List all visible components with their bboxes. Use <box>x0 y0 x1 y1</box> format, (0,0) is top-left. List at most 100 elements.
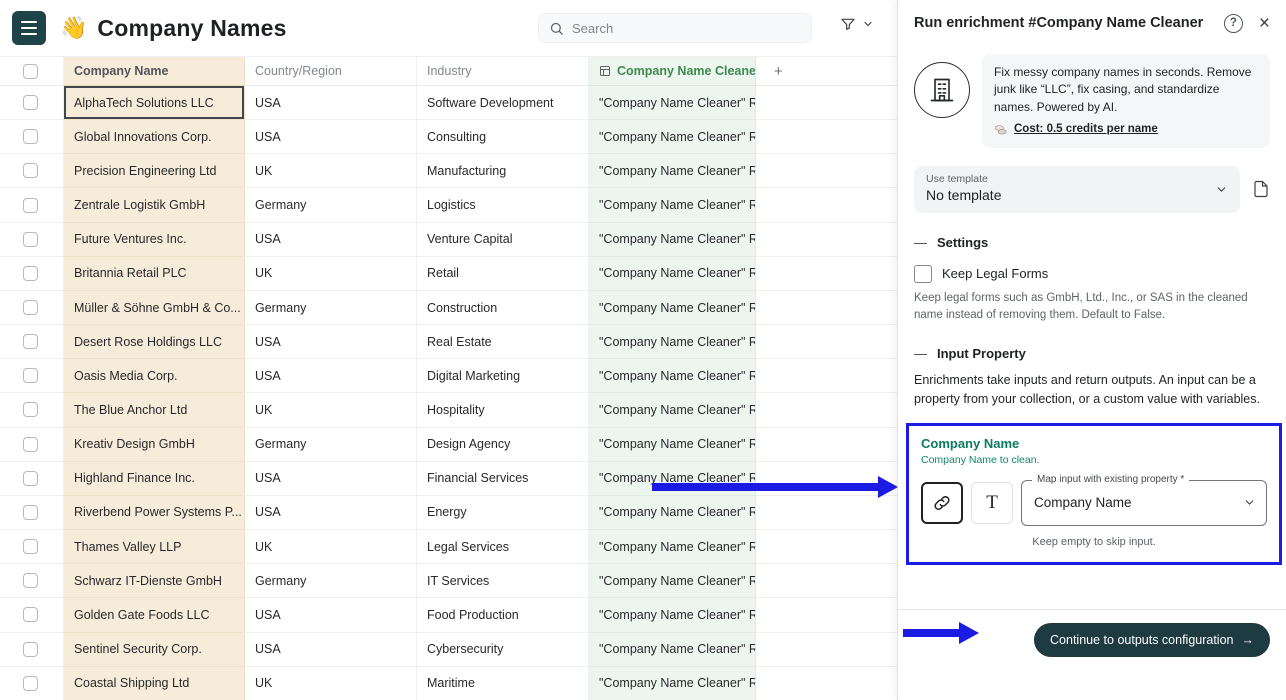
cleaner-result-cell[interactable]: "Company Name Cleaner" R... <box>589 154 756 188</box>
country-cell[interactable]: USA <box>245 223 417 257</box>
company-name-cell[interactable]: Zentrale Logistik GmbH <box>64 188 245 222</box>
menu-button[interactable] <box>12 11 46 45</box>
industry-cell[interactable]: IT Services <box>417 564 589 598</box>
cleaner-result-cell[interactable]: "Company Name Cleaner" R... <box>589 428 756 462</box>
company-name-cell[interactable]: Kreativ Design GmbH <box>64 428 245 462</box>
row-checkbox[interactable] <box>23 607 38 622</box>
add-column-button[interactable]: + <box>756 57 897 86</box>
custom-text-mode-button[interactable]: T <box>971 482 1013 524</box>
company-name-cell[interactable]: Global Innovations Corp. <box>64 120 245 154</box>
cleaner-result-cell[interactable]: "Company Name Cleaner" R... <box>589 325 756 359</box>
row-checkbox[interactable] <box>23 95 38 110</box>
cleaner-result-cell[interactable]: "Company Name Cleaner" R... <box>589 257 756 291</box>
template-select[interactable]: Use template No template <box>914 166 1240 213</box>
cost-link[interactable]: Cost: 0.5 credits per name <box>1014 121 1158 138</box>
row-checkbox[interactable] <box>23 232 38 247</box>
industry-cell[interactable]: Legal Services <box>417 530 589 564</box>
cleaner-result-cell[interactable]: "Company Name Cleaner" R... <box>589 633 756 667</box>
country-cell[interactable]: USA <box>245 325 417 359</box>
collapse-icon[interactable]: — <box>914 346 927 361</box>
industry-cell[interactable]: Software Development <box>417 86 589 120</box>
select-all-checkbox[interactable] <box>23 64 38 79</box>
company-name-cell[interactable]: Highland Finance Inc. <box>64 462 245 496</box>
country-cell[interactable]: USA <box>245 120 417 154</box>
row-checkbox[interactable] <box>23 437 38 452</box>
company-name-cell[interactable]: Coastal Shipping Ltd <box>64 667 245 700</box>
country-cell[interactable]: USA <box>245 462 417 496</box>
row-checkbox[interactable] <box>23 266 38 281</box>
country-cell[interactable]: USA <box>245 598 417 632</box>
country-cell[interactable]: Germany <box>245 564 417 598</box>
industry-cell[interactable]: Logistics <box>417 188 589 222</box>
row-checkbox[interactable] <box>23 129 38 144</box>
close-icon[interactable]: × <box>1259 14 1270 33</box>
industry-cell[interactable]: Consulting <box>417 120 589 154</box>
cleaner-result-cell[interactable]: "Company Name Cleaner" R... <box>589 223 756 257</box>
industry-cell[interactable]: Design Agency <box>417 428 589 462</box>
country-cell[interactable]: USA <box>245 496 417 530</box>
cleaner-result-cell[interactable]: "Company Name Cleaner" R... <box>589 120 756 154</box>
cleaner-result-cell[interactable]: "Company Name Cleaner" R... <box>589 188 756 222</box>
row-checkbox[interactable] <box>23 334 38 349</box>
collapse-icon[interactable]: — <box>914 235 927 250</box>
cleaner-result-cell[interactable]: "Company Name Cleaner" R... <box>589 462 756 496</box>
company-name-cell[interactable]: Schwarz IT-Dienste GmbH <box>64 564 245 598</box>
industry-cell[interactable]: Manufacturing <box>417 154 589 188</box>
row-checkbox[interactable] <box>23 402 38 417</box>
keep-legal-forms-checkbox[interactable] <box>914 265 932 283</box>
country-cell[interactable]: USA <box>245 633 417 667</box>
industry-cell[interactable]: Food Production <box>417 598 589 632</box>
chevron-down-icon[interactable] <box>862 18 874 30</box>
company-name-cell[interactable]: Precision Engineering Ltd <box>64 154 245 188</box>
cleaner-result-cell[interactable]: "Company Name Cleaner" R... <box>589 598 756 632</box>
cleaner-result-cell[interactable]: "Company Name Cleaner" R... <box>589 393 756 427</box>
industry-cell[interactable]: Real Estate <box>417 325 589 359</box>
continue-button[interactable]: Continue to outputs configuration → <box>1034 623 1270 657</box>
country-cell[interactable]: Germany <box>245 291 417 325</box>
map-property-mode-button[interactable] <box>921 482 963 524</box>
country-cell[interactable]: UK <box>245 257 417 291</box>
industry-cell[interactable]: Venture Capital <box>417 223 589 257</box>
company-name-cell[interactable]: Oasis Media Corp. <box>64 359 245 393</box>
cleaner-result-cell[interactable]: "Company Name Cleaner" R... <box>589 496 756 530</box>
row-checkbox[interactable] <box>23 198 38 213</box>
industry-cell[interactable]: Cybersecurity <box>417 633 589 667</box>
cleaner-result-cell[interactable]: "Company Name Cleaner" R... <box>589 291 756 325</box>
company-name-cell[interactable]: Thames Valley LLP <box>64 530 245 564</box>
map-property-select[interactable]: Map input with existing property * Compa… <box>1021 480 1267 526</box>
template-file-icon[interactable] <box>1252 179 1270 199</box>
company-name-cell[interactable]: Golden Gate Foods LLC <box>64 598 245 632</box>
row-checkbox[interactable] <box>23 471 38 486</box>
company-name-cell[interactable]: Britannia Retail PLC <box>64 257 245 291</box>
row-checkbox[interactable] <box>23 676 38 691</box>
row-checkbox[interactable] <box>23 642 38 657</box>
industry-cell[interactable]: Energy <box>417 496 589 530</box>
help-icon[interactable]: ? <box>1224 14 1243 33</box>
input-property-section-header[interactable]: — Input Property <box>898 324 1286 361</box>
cleaner-result-cell[interactable]: "Company Name Cleaner" R... <box>589 86 756 120</box>
row-checkbox[interactable] <box>23 300 38 315</box>
country-cell[interactable]: UK <box>245 154 417 188</box>
industry-cell[interactable]: Hospitality <box>417 393 589 427</box>
company-name-cell[interactable]: AlphaTech Solutions LLC <box>64 86 245 120</box>
country-cell[interactable]: USA <box>245 86 417 120</box>
column-header-cleaner[interactable]: Company Name Cleaner <box>589 57 756 86</box>
company-name-cell[interactable]: The Blue Anchor Ltd <box>64 393 245 427</box>
row-checkbox[interactable] <box>23 539 38 554</box>
company-name-cell[interactable]: Future Ventures Inc. <box>64 223 245 257</box>
country-cell[interactable]: UK <box>245 393 417 427</box>
company-name-cell[interactable]: Desert Rose Holdings LLC <box>64 325 245 359</box>
company-name-cell[interactable]: Riverbend Power Systems P... <box>64 496 245 530</box>
company-name-cell[interactable]: Sentinel Security Corp. <box>64 633 245 667</box>
industry-cell[interactable]: Maritime <box>417 667 589 700</box>
row-checkbox[interactable] <box>23 368 38 383</box>
search-box[interactable] <box>538 13 812 43</box>
country-cell[interactable]: USA <box>245 359 417 393</box>
country-cell[interactable]: UK <box>245 530 417 564</box>
row-checkbox[interactable] <box>23 163 38 178</box>
industry-cell[interactable]: Construction <box>417 291 589 325</box>
row-checkbox[interactable] <box>23 573 38 588</box>
country-cell[interactable]: Germany <box>245 188 417 222</box>
settings-section-header[interactable]: — Settings <box>898 213 1286 250</box>
column-header-country[interactable]: Country/Region <box>245 57 417 86</box>
